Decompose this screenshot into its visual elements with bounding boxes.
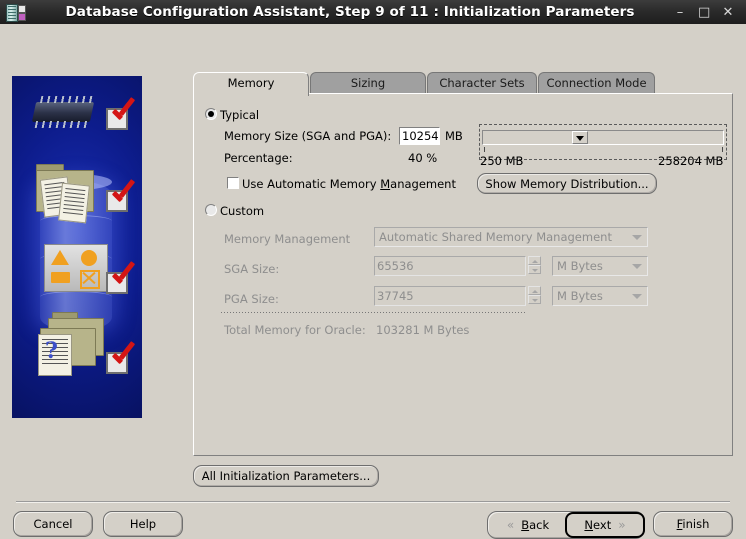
next-button[interactable]: Next » <box>565 512 645 538</box>
custom-radio[interactable] <box>205 204 217 216</box>
chevron-down-icon <box>632 294 642 299</box>
database-chip-icon <box>4 3 26 21</box>
next-label: Next <box>584 518 611 532</box>
back-label: Back <box>521 518 549 532</box>
pga-size-stepper <box>528 286 541 304</box>
sga-stepper-down <box>528 265 541 274</box>
back-button[interactable]: « Back <box>489 512 567 538</box>
title-bar: Database Configuration Assistant, Step 9… <box>0 0 746 24</box>
chip-graphic <box>32 102 94 122</box>
sga-size-label: SGA Size: <box>224 262 279 276</box>
help-button[interactable]: Help <box>103 511 183 537</box>
memory-size-unit-label: MB <box>445 129 463 143</box>
sga-size-input: 65536 <box>374 256 526 276</box>
total-memory-value: 103281 M Bytes <box>376 323 469 337</box>
chevron-down-icon <box>632 235 642 240</box>
slider-min-label: 250 MB <box>480 154 523 168</box>
custom-label[interactable]: Custom <box>220 204 264 218</box>
percentage-value: 40 % <box>408 151 437 165</box>
finish-label: Finish <box>677 517 710 531</box>
footer-separator <box>16 501 730 502</box>
document-graphic <box>58 183 90 224</box>
cancel-button[interactable]: Cancel <box>13 511 93 537</box>
pga-stepper-down <box>528 295 541 304</box>
memory-size-label: Memory Size (SGA and PGA): <box>224 129 391 143</box>
chevron-down-icon <box>632 264 642 269</box>
pga-size-label: PGA Size: <box>224 292 279 306</box>
memory-slider-track[interactable] <box>482 130 724 145</box>
maximize-icon[interactable]: □ <box>698 6 710 19</box>
window-title: Database Configuration Assistant, Step 9… <box>26 4 674 20</box>
auto-memory-management-label[interactable]: Use Automatic Memory Management <box>242 177 456 191</box>
minimize-icon[interactable]: – <box>674 6 686 19</box>
memory-management-select: Automatic Shared Memory Management <box>374 227 648 247</box>
auto-memory-management-text: Use Automatic Memory Management <box>242 177 456 191</box>
sga-size-stepper <box>528 256 541 274</box>
close-icon[interactable]: ✕ <box>722 6 734 19</box>
memory-management-label: Memory Management <box>224 232 350 246</box>
pga-unit-value: M Bytes <box>557 289 603 303</box>
shapes-panel-graphic <box>44 244 108 292</box>
sga-stepper-up <box>528 256 541 265</box>
tab-strip: Memory Sizing Character Sets Connection … <box>193 72 733 94</box>
chevron-left-icon: « <box>507 519 514 531</box>
pga-size-input: 37745 <box>374 286 526 306</box>
wizard-banner-image: ? <box>12 76 142 418</box>
red-check-icon <box>110 182 136 208</box>
typical-label[interactable]: Typical <box>220 108 259 122</box>
cancel-label: Cancel <box>34 517 73 531</box>
red-check-icon <box>110 264 136 290</box>
sga-unit-select: M Bytes <box>552 256 648 276</box>
total-memory-separator <box>221 312 526 313</box>
percentage-label: Percentage: <box>224 151 293 165</box>
navigation-button-group: « Back Next » <box>487 511 645 539</box>
all-initialization-parameters-button[interactable]: All Initialization Parameters... <box>193 465 379 487</box>
sga-unit-value: M Bytes <box>557 259 603 273</box>
tab-sizing[interactable]: Sizing <box>310 72 426 94</box>
window-controls: – □ ✕ <box>674 6 734 19</box>
memory-tab-panel: Typical Memory Size (SGA and PGA): 10254… <box>193 93 733 456</box>
slider-max-label: 258204 MB <box>658 154 723 168</box>
question-mark-graphic: ? <box>45 338 58 364</box>
auto-memory-management-checkbox[interactable] <box>227 177 239 189</box>
pga-unit-select: M Bytes <box>552 286 648 306</box>
show-memory-distribution-button[interactable]: Show Memory Distribution... <box>477 173 657 194</box>
pga-stepper-up <box>528 286 541 295</box>
typical-radio[interactable] <box>205 108 217 120</box>
tab-memory[interactable]: Memory <box>193 72 309 96</box>
window-body: ? Memory Sizing Character Sets Connectio… <box>0 24 746 528</box>
memory-size-input[interactable]: 102542 <box>399 127 440 145</box>
tab-connection-mode[interactable]: Connection Mode <box>538 72 655 94</box>
chevron-right-icon: » <box>618 519 625 531</box>
red-check-icon <box>110 100 136 126</box>
slider-tick-max <box>722 147 723 152</box>
tab-character-sets[interactable]: Character Sets <box>427 72 537 94</box>
dbca-window: Database Configuration Assistant, Step 9… <box>0 0 746 528</box>
slider-tick-min <box>484 147 485 152</box>
total-memory-label: Total Memory for Oracle: <box>224 323 366 337</box>
memory-slider-thumb[interactable] <box>572 131 588 144</box>
help-label: Help <box>130 517 156 531</box>
red-check-icon <box>110 344 136 370</box>
finish-button[interactable]: Finish <box>653 511 733 537</box>
memory-management-value: Automatic Shared Memory Management <box>379 230 612 244</box>
